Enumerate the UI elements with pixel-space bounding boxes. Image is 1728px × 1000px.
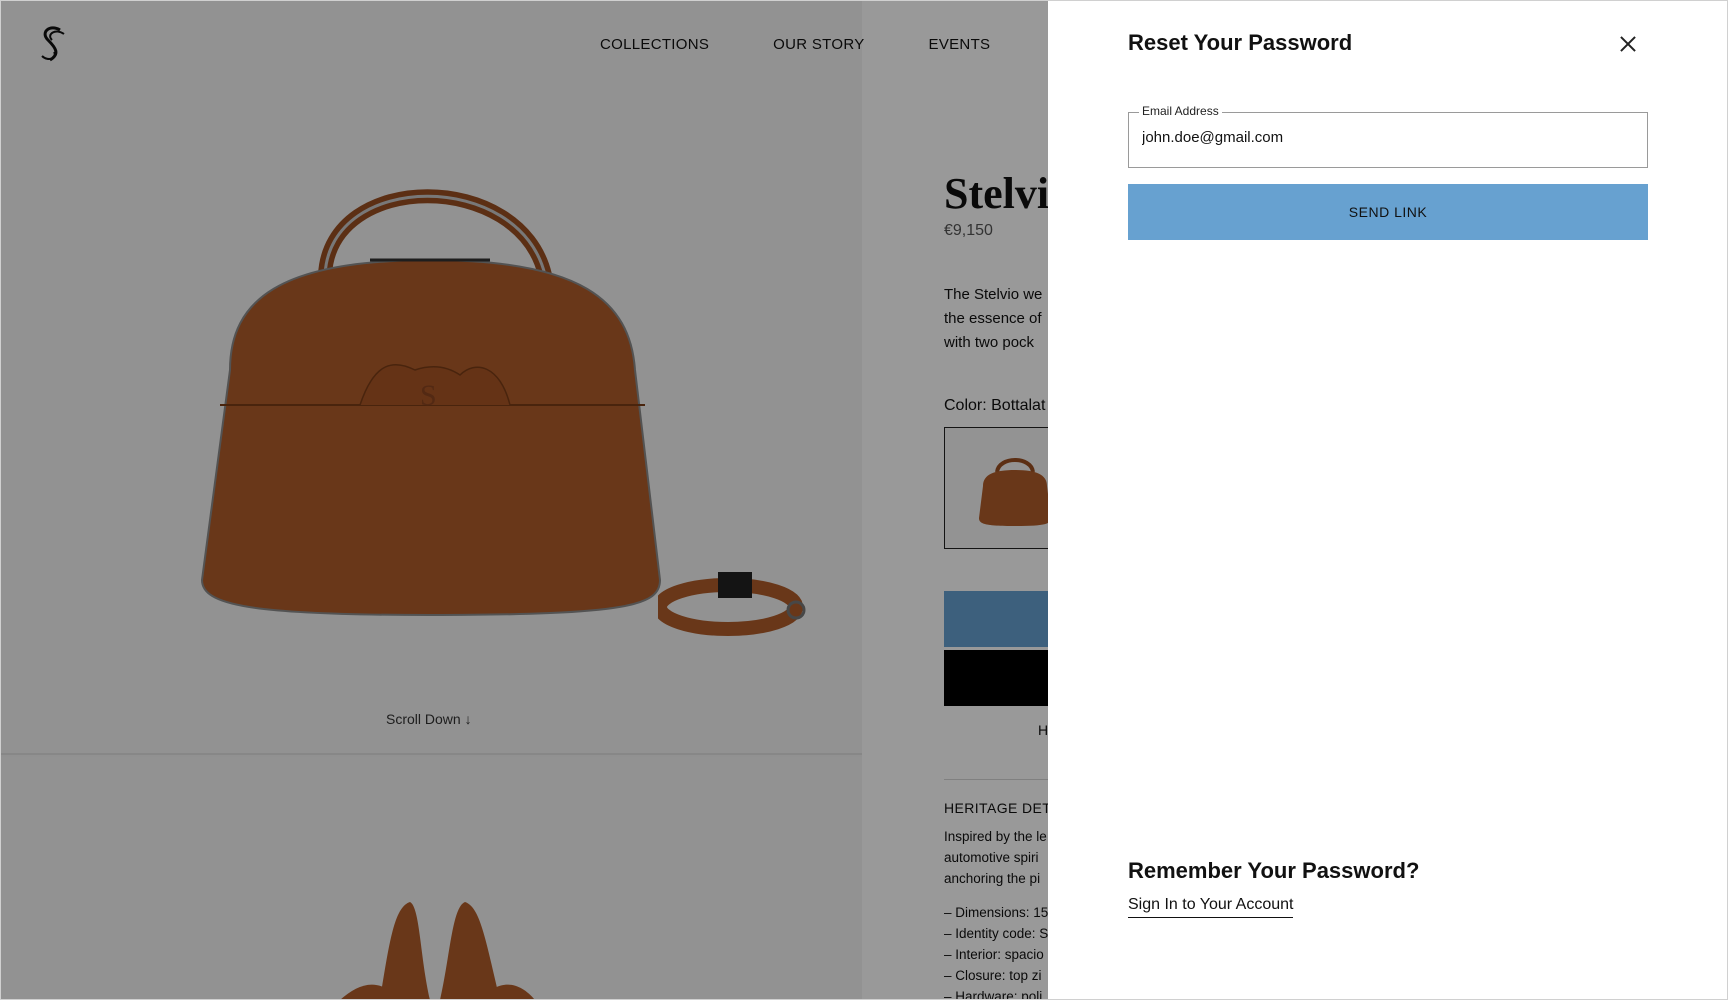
modal-backdrop[interactable]	[0, 0, 1048, 1000]
email-field: Email Address	[1128, 104, 1648, 168]
reset-password-drawer: Reset Your Password Email Address SEND L…	[1048, 0, 1728, 1000]
send-link-button[interactable]: SEND LINK	[1128, 184, 1648, 240]
email-input[interactable]	[1142, 129, 1632, 146]
close-icon[interactable]	[1614, 30, 1642, 58]
email-label: Email Address	[1139, 104, 1222, 118]
sign-in-link[interactable]: Sign In to Your Account	[1128, 896, 1294, 918]
drawer-title: Reset Your Password	[1128, 30, 1353, 55]
remember-password-heading: Remember Your Password?	[1128, 858, 1420, 883]
